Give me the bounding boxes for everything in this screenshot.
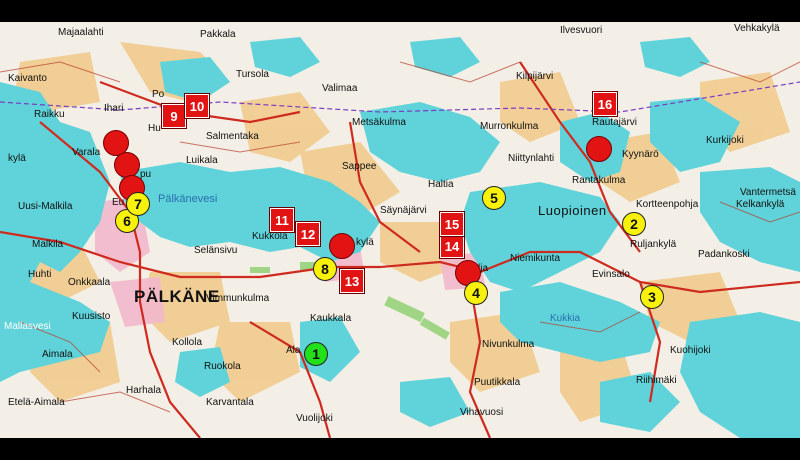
place-metsakulma: Metsäkulma <box>352 117 406 128</box>
place-padankoski: Padankoski <box>698 249 750 260</box>
red-dot-marker[interactable] <box>114 152 140 178</box>
marker-13[interactable]: 13 <box>339 268 365 294</box>
place-haltia: Haltia <box>428 179 454 190</box>
place-karvantala: Karvantala <box>206 397 254 408</box>
place-kyynaro: Kyynärö <box>622 149 659 160</box>
place-selansivu: Selänsivu <box>194 245 238 256</box>
place-sayna: Säynäjärvi <box>380 205 427 216</box>
place-mallasvesi: Mallasvesi <box>4 321 51 332</box>
place-vihavuosi: Vihavuosi <box>460 407 504 418</box>
marker-16[interactable]: 16 <box>592 91 618 117</box>
place-tursola: Tursola <box>236 69 269 80</box>
marker-4[interactable]: 4 <box>464 281 488 305</box>
place-onkkaala: Onkkaala <box>68 277 111 288</box>
place-malkila: Malkila <box>32 239 64 250</box>
place-raikku: Raikku <box>34 109 65 120</box>
place-huhti: Huhti <box>28 269 52 280</box>
place-ruokola: Ruokola <box>204 361 241 372</box>
place-kukkola: Kukkola <box>252 231 288 242</box>
marker-2[interactable]: 2 <box>622 212 646 236</box>
place-hu: Hu <box>148 123 161 134</box>
place-kilpijarvi: Kilpijärvi <box>516 71 554 82</box>
place-vuolijoki: Vuolijoki <box>296 413 333 424</box>
marker-11[interactable]: 11 <box>269 207 295 233</box>
place-pakkala: Pakkala <box>200 29 236 40</box>
marker-14[interactable]: 14 <box>439 233 465 259</box>
place-ilvesvuori: Ilvesvuori <box>560 25 603 36</box>
place-ala: Ala <box>286 345 301 356</box>
place-kukkia: Kukkia <box>550 313 581 324</box>
place-kaukkala: Kaukkala <box>310 313 352 324</box>
place-murronkulma: Murronkulma <box>480 121 539 132</box>
place-kurkijoki: Kurkijoki <box>706 135 744 146</box>
place-kaivanto: Kaivanto <box>8 73 47 84</box>
place-kortteenpohja: Kortteenpohja <box>636 199 699 210</box>
place-harhala: Harhala <box>126 385 162 396</box>
place-nivunkulma: Nivunkulma <box>482 339 535 350</box>
marker-8[interactable]: 8 <box>313 257 337 281</box>
place-niemikunta: Niemikunta <box>510 253 561 264</box>
red-dot-marker[interactable] <box>586 136 612 162</box>
place-vehkakyla: Vehkakylä <box>734 23 780 34</box>
place-kollola: Kollola <box>172 337 203 348</box>
place-vimmunkulma: Vimmunkulma <box>206 293 270 304</box>
place-po: Po <box>152 89 165 100</box>
place-salmentaka: Salmentaka <box>206 131 259 142</box>
place-rantakulma: Rantakulma <box>572 175 626 186</box>
place-kuohijoki: Kuohijoki <box>670 345 711 356</box>
place-rautajarvi: Rautajärvi <box>592 117 638 128</box>
marker-5[interactable]: 5 <box>482 186 506 210</box>
place-varala: Varala <box>72 147 101 158</box>
place-evinsalo: Evinsalo <box>592 269 630 280</box>
place-kyla: kylä <box>8 153 26 164</box>
marker-1[interactable]: 1 <box>304 342 328 366</box>
map-frame[interactable]: Majaalahti Kaivanto Raikku Ihari Varala … <box>0 22 800 438</box>
place-riihimaki: Riihimäki <box>636 375 677 386</box>
place-ihari: Ihari <box>104 103 124 114</box>
marker-10[interactable]: 10 <box>184 93 210 119</box>
place-uusi-malkila: Uusi-Malkila <box>18 201 73 212</box>
place-puutikkala: Puutikkala <box>474 377 521 388</box>
place-luikala: Luikala <box>186 155 218 166</box>
marker-3[interactable]: 3 <box>640 285 664 309</box>
marker-12[interactable]: 12 <box>295 221 321 247</box>
place-kyla-2: kylä <box>356 237 374 248</box>
marker-7[interactable]: 7 <box>126 192 150 216</box>
marker-15[interactable]: 15 <box>439 211 465 237</box>
place-sappee: Sappee <box>342 161 377 172</box>
place-valimaa: Valimaa <box>322 83 358 94</box>
place-majaalahti: Majaalahti <box>58 27 104 38</box>
place-palkanevesi: Pälkänevesi <box>158 193 218 205</box>
place-kuusisto: Kuusisto <box>72 311 111 322</box>
marker-9[interactable]: 9 <box>161 103 187 129</box>
red-dot-marker[interactable] <box>329 233 355 259</box>
place-eu: Eu <box>112 197 125 208</box>
place-kelkankyla: Kelkankylä <box>736 199 785 210</box>
place-luopioinen: Luopioinen <box>538 203 607 218</box>
place-etela-aimala: Etelä-Aimala <box>8 397 65 408</box>
place-aimala: Aimala <box>42 349 73 360</box>
place-niittynlahti: Niittynlahti <box>508 153 555 164</box>
place-vantermetsa: Vantermetsä <box>740 187 796 198</box>
place-ruljankyla: Ruljankylä <box>630 239 677 250</box>
